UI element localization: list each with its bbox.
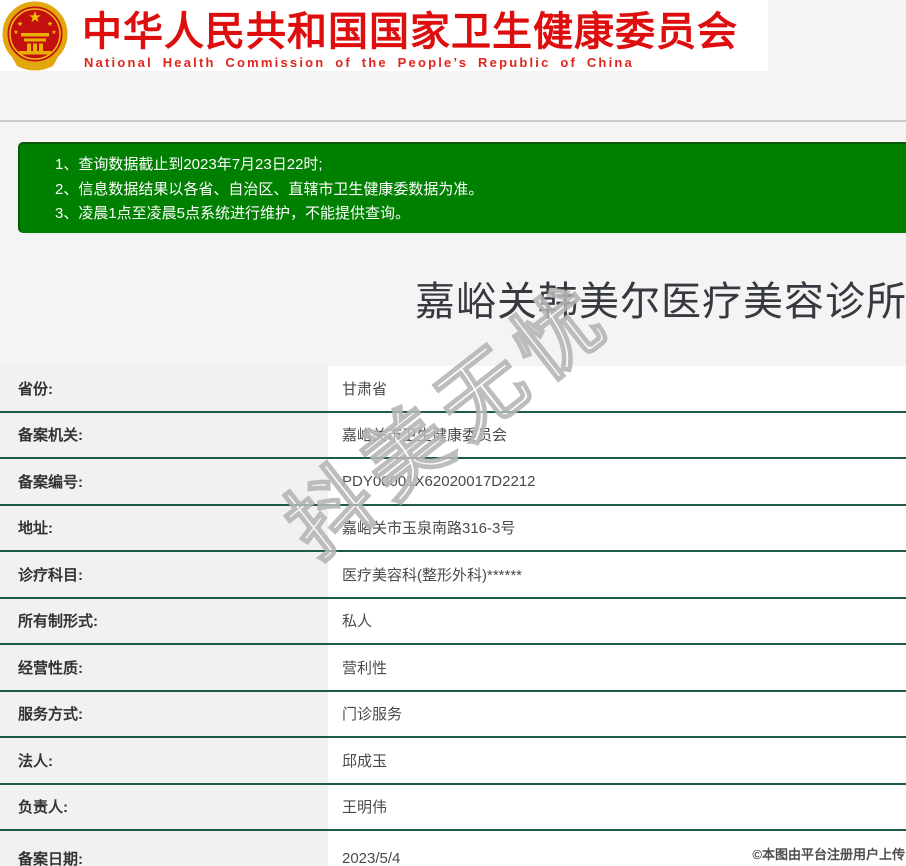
table-row-legal-person: 法人: 邱成玉 bbox=[0, 738, 906, 785]
svg-text:★: ★ bbox=[47, 20, 53, 28]
row-value: 王明伟 bbox=[328, 784, 906, 829]
page: ★ ★ ★ ★ ★ 中华人民共和国国家卫生健康委员会 National Heal… bbox=[0, 0, 906, 866]
notice-line-3: 3、凌晨1点至凌晨5点系统进行维护，不能提供查询。 bbox=[55, 205, 411, 222]
record-table: 省份: 甘肃省 备案机关: 嘉峪关市卫生健康委员会 备案编号: PDY00001… bbox=[0, 366, 906, 866]
table-row-province: 省份: 甘肃省 bbox=[0, 366, 906, 413]
notice-line-1: 1、查询数据截止到2023年7月23日22时; bbox=[55, 156, 323, 173]
row-value: 营利性 bbox=[328, 645, 906, 690]
row-value: 甘肃省 bbox=[328, 366, 906, 411]
svg-text:★: ★ bbox=[17, 20, 23, 28]
row-label: 法人: bbox=[0, 738, 328, 783]
table-row-person-in-charge: 负责人: 王明伟 bbox=[0, 784, 906, 831]
row-label: 备案编号: bbox=[0, 459, 328, 504]
row-value: 邱成玉 bbox=[328, 738, 906, 783]
row-label: 备案机关: bbox=[0, 412, 328, 457]
row-label: 所有制形式: bbox=[0, 598, 328, 643]
row-label: 备案日期: bbox=[0, 831, 328, 866]
row-label: 省份: bbox=[0, 366, 328, 411]
site-header[interactable]: ★ ★ ★ ★ ★ 中华人民共和国国家卫生健康委员会 National Heal… bbox=[0, 0, 768, 71]
institution-title: 嘉峪关韩美尔医疗美容诊所 bbox=[415, 280, 906, 324]
table-row-ownership: 所有制形式: 私人 bbox=[0, 598, 906, 645]
bottom-right-watermark: ©本图由平台注册用户上传 bbox=[752, 847, 905, 862]
notice-box: 1、查询数据截止到2023年7月23日22时; 2、信息数据结果以各省、自治区、… bbox=[18, 142, 906, 233]
row-value: 嘉峪关市玉泉南路316-3号 bbox=[328, 505, 906, 550]
table-row-service-mode: 服务方式: 门诊服务 bbox=[0, 691, 906, 738]
notice-line-2: 2、信息数据结果以各省、自治区、直辖市卫生健康委数据为准。 bbox=[55, 180, 484, 198]
row-value: 医疗美容科(整形外科)****** bbox=[328, 552, 906, 597]
table-row-business-nature: 经营性质: 营利性 bbox=[0, 645, 906, 692]
row-value: PDY00001X62020017D2212 bbox=[328, 459, 906, 504]
table-row-filing-authority: 备案机关: 嘉峪关市卫生健康委员会 bbox=[0, 412, 906, 459]
national-emblem-icon: ★ ★ ★ ★ ★ bbox=[2, 1, 68, 71]
row-label: 服务方式: bbox=[0, 691, 328, 736]
header-title-en: National Health Commission of the People… bbox=[84, 55, 634, 70]
svg-text:★: ★ bbox=[28, 9, 41, 26]
header-divider bbox=[0, 120, 906, 122]
row-value: 嘉峪关市卫生健康委员会 bbox=[328, 412, 906, 457]
row-value: 私人 bbox=[328, 598, 906, 643]
table-row-departments: 诊疗科目: 医疗美容科(整形外科)****** bbox=[0, 552, 906, 599]
row-label: 经营性质: bbox=[0, 645, 328, 690]
svg-text:★: ★ bbox=[51, 29, 56, 36]
table-row-filing-number: 备案编号: PDY00001X62020017D2212 bbox=[0, 459, 906, 506]
row-label: 负责人: bbox=[0, 784, 328, 829]
svg-text:★: ★ bbox=[13, 29, 18, 36]
row-label: 诊疗科目: bbox=[0, 552, 328, 597]
row-value: 门诊服务 bbox=[328, 691, 906, 736]
table-row-address: 地址: 嘉峪关市玉泉南路316-3号 bbox=[0, 505, 906, 552]
header-title-cn: 中华人民共和国国家卫生健康委员会 bbox=[82, 10, 738, 54]
row-label: 地址: bbox=[0, 505, 328, 550]
